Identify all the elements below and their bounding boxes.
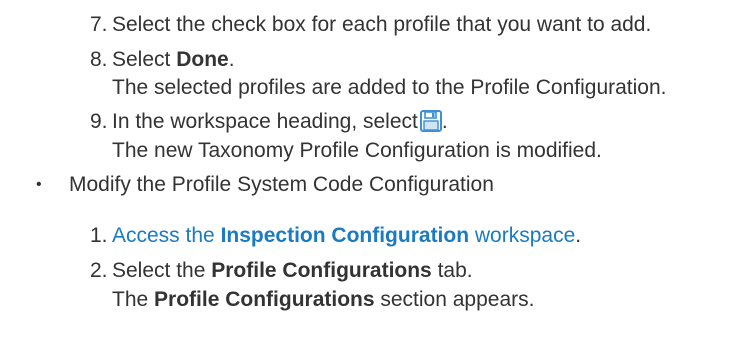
- inspection-configuration-link[interactable]: Access the Inspection Configuration work…: [112, 224, 575, 247]
- document-page: 7. Select the check box for each profile…: [0, 0, 746, 341]
- step-number: 1.: [90, 224, 108, 247]
- ui-term: Profile Configurations: [154, 288, 375, 311]
- bullet-text: Modify the Profile System Code Configura…: [69, 173, 494, 196]
- step-number: 9.: [90, 110, 108, 133]
- step-number: 8.: [90, 48, 108, 71]
- ui-term: Profile Configurations: [211, 259, 432, 282]
- ui-term: Done: [176, 48, 229, 71]
- step-text: Select the Profile Configurations tab.: [112, 259, 473, 282]
- step-number: 7.: [90, 13, 108, 36]
- step-text: Access the Inspection Configuration work…: [112, 224, 582, 247]
- bullet-glyph: •: [36, 176, 42, 193]
- step-text: Select the check box for each profile th…: [112, 13, 652, 36]
- step-text: Select Done.: [112, 48, 235, 71]
- step-result: The new Taxonomy Profile Configuration i…: [112, 139, 602, 162]
- step-result: The selected profiles are added to the P…: [112, 76, 667, 99]
- step-result: The Profile Configurations section appea…: [112, 288, 535, 311]
- step-number: 2.: [90, 259, 108, 282]
